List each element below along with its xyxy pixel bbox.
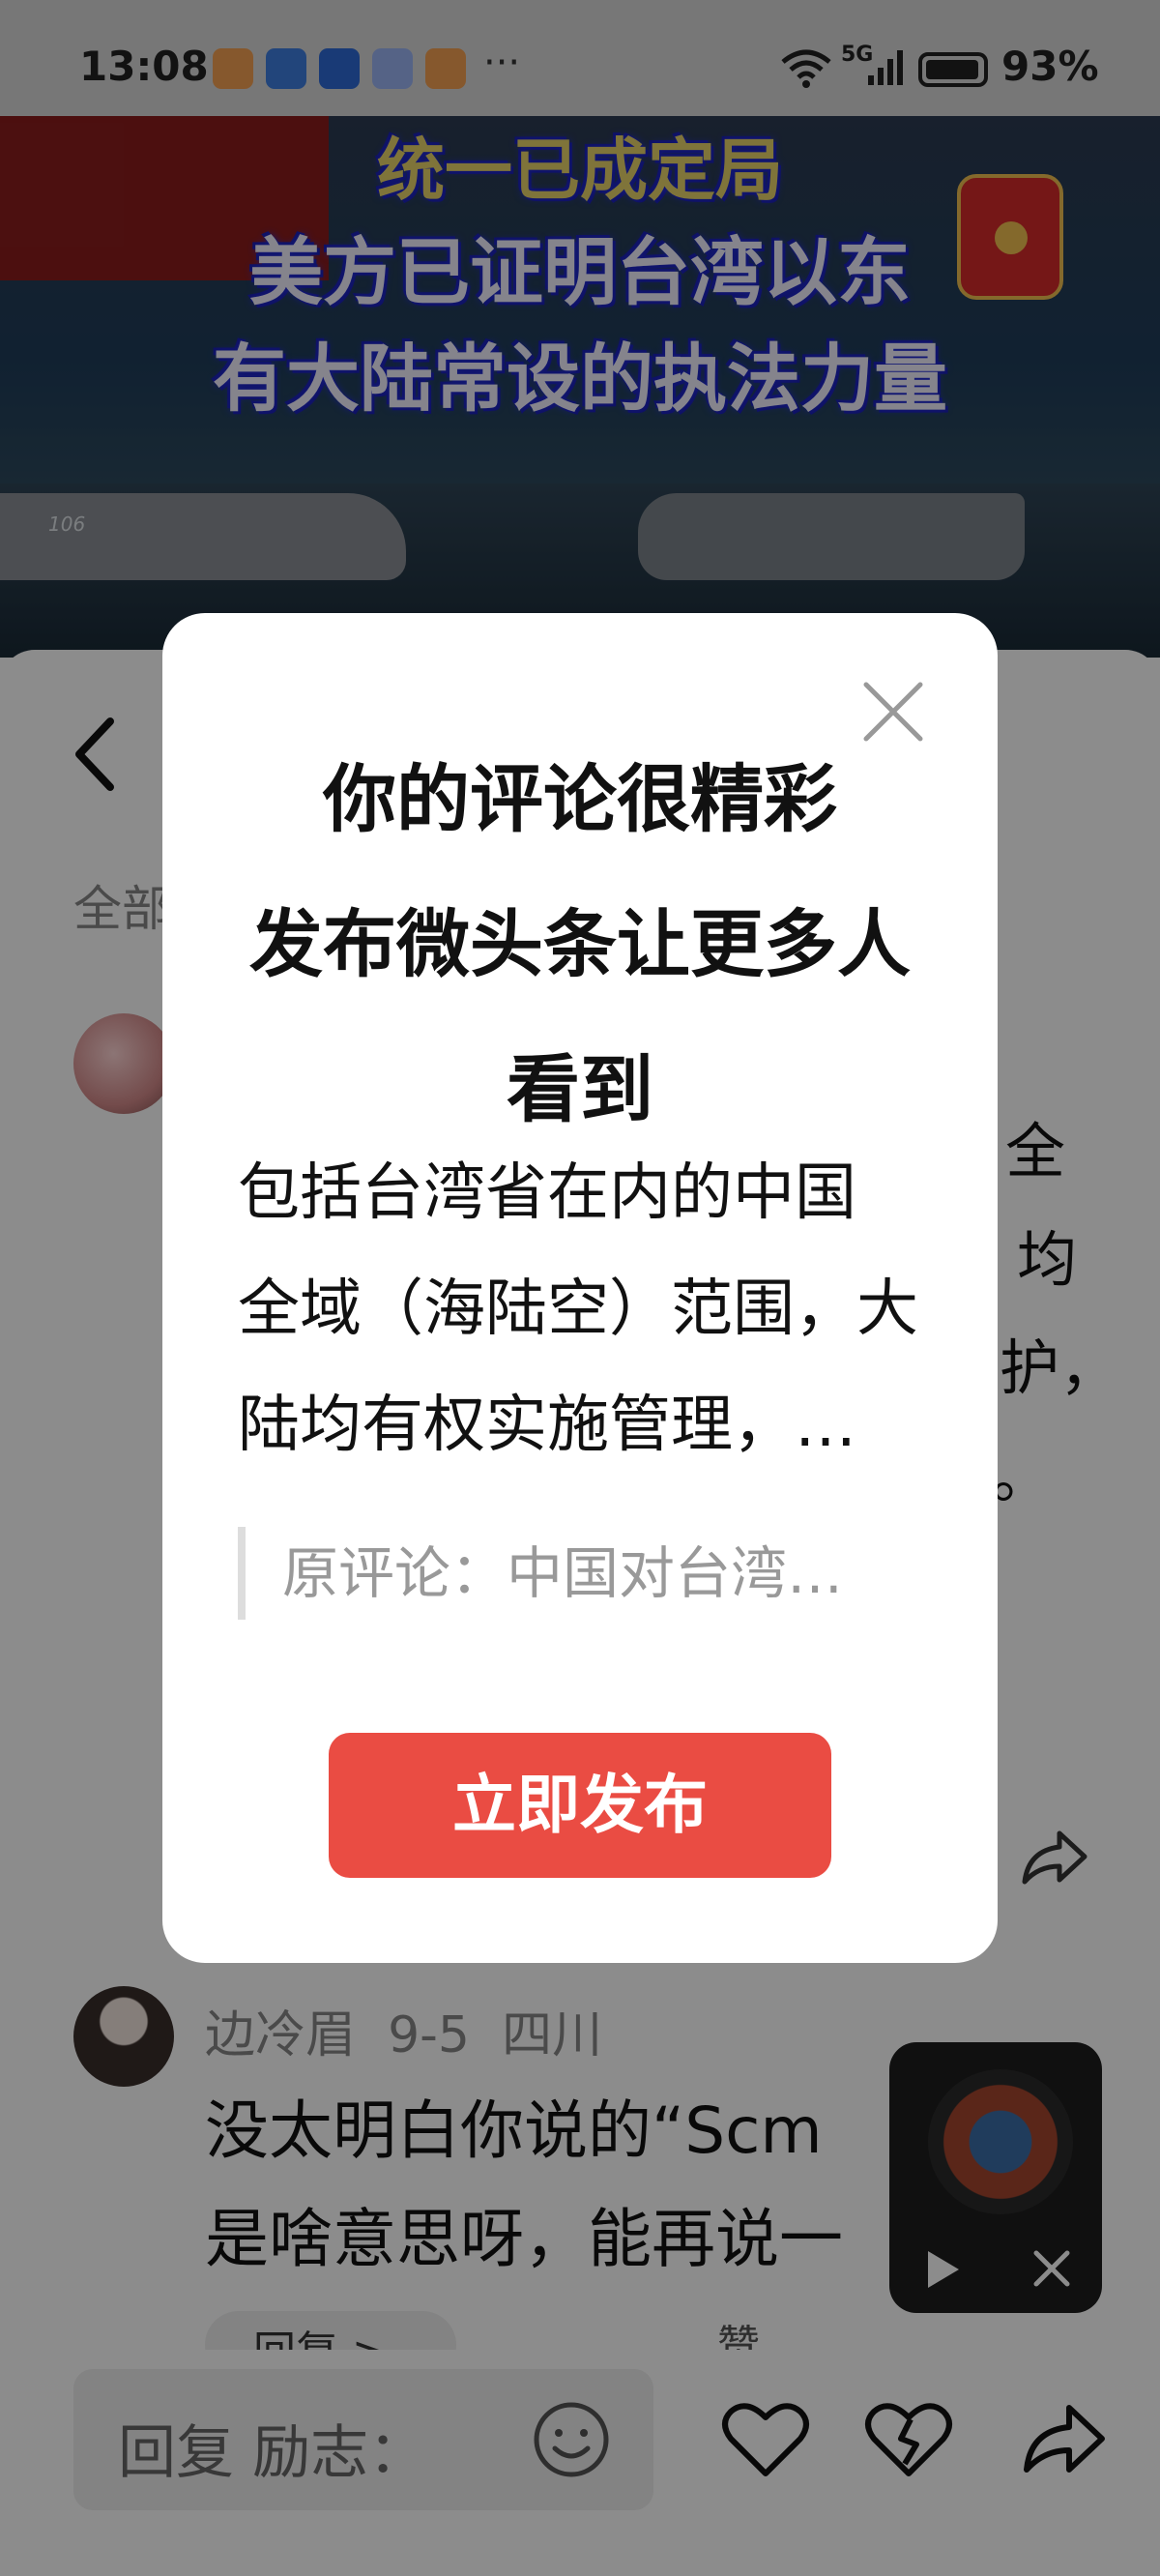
dialog-title: 你的评论很精彩 发布微头条让更多人 看到 bbox=[162, 727, 998, 1162]
dialog-body-line: 包括台湾省在内的中国 bbox=[238, 1157, 856, 1229]
dialog-body-line: 全域（海陆空）范围，大 bbox=[238, 1273, 918, 1345]
publish-button[interactable]: 立即发布 bbox=[329, 1733, 831, 1878]
original-comment-quote: 原评论：中国对台湾… bbox=[238, 1527, 934, 1620]
dialog-title-line: 发布微头条让更多人 bbox=[249, 901, 911, 987]
dialog-body-line: 陆均有权实施管理，… bbox=[238, 1390, 856, 1461]
dialog-body: 包括台湾省在内的中国 全域（海陆空）范围，大 陆均有权实施管理，… bbox=[238, 1135, 934, 1483]
dialog-title-line: 你的评论很精彩 bbox=[323, 756, 837, 842]
publish-dialog: 你的评论很精彩 发布微头条让更多人 看到 包括台湾省在内的中国 全域（海陆空）范… bbox=[162, 613, 998, 1963]
